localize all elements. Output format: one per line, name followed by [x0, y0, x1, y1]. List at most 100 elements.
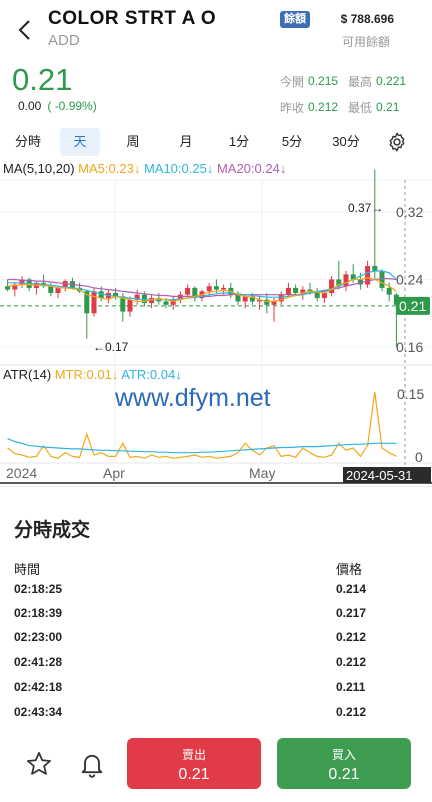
stock-title: COLOR STRT A O	[48, 8, 217, 29]
current-price-tag: 0.21	[399, 298, 426, 314]
candle	[379, 271, 385, 288]
tab-week[interactable]: 周	[113, 128, 153, 156]
low-annotation: ←0.17	[93, 340, 129, 354]
trade-price: 0.212	[336, 630, 367, 644]
high-value: 0.221	[376, 74, 407, 88]
candle	[91, 291, 97, 314]
ma-legend: MA(5,10,20) MA5:0.23↓ MA10:0.25↓ MA20:0.…	[3, 161, 286, 176]
price-axis-label: 0.32	[396, 204, 423, 220]
chart-svg: 0.32 0.24 0.16 0.15 0 0.21 0.37→ ←0.17 2024 Apr Ma…	[0, 158, 432, 484]
bottom-action-bar: 賣出 0.21 買入 0.21	[0, 726, 432, 802]
prev-close-label: 昨收	[280, 100, 305, 115]
table-row: 02:43:34 0.212	[14, 705, 414, 725]
price-change: 0.00 ( -0.99%)	[18, 99, 97, 113]
date-axis-label: Apr	[103, 465, 125, 481]
back-arrow-icon[interactable]	[14, 18, 38, 42]
tab-5min[interactable]: 5分	[272, 128, 312, 156]
candle	[185, 287, 191, 295]
time-header: 時間	[14, 562, 41, 577]
sell-price: 0.21	[178, 766, 210, 783]
atr-value-legend: ATR:0.04↓	[121, 367, 182, 382]
current-price: 0.21	[12, 62, 73, 97]
trade-price: 0.211	[336, 680, 366, 694]
open-label: 今開	[280, 74, 305, 89]
mtr-legend: MTR:0.01↓	[54, 367, 119, 382]
high-label: 最高	[348, 74, 373, 89]
tab-1min[interactable]: 1分	[219, 128, 259, 156]
trade-price: 0.212	[336, 655, 367, 669]
buy-button[interactable]: 買入 0.21	[277, 738, 411, 789]
watermark: www.dfym.net	[115, 384, 271, 412]
balance-value: $ 788.696	[340, 12, 394, 26]
sell-button[interactable]: 賣出 0.21	[127, 738, 261, 789]
tab-30min[interactable]: 30分	[325, 128, 367, 156]
bell-icon[interactable]	[78, 750, 106, 778]
atr-legend-title: ATR(14)	[3, 367, 52, 382]
trade-time: 02:18:39	[14, 606, 63, 620]
candle	[372, 265, 378, 271]
trades-panel: 分時成交 時間 價格 02:18:25 0.214 02:18:39 0.217…	[0, 486, 432, 726]
tab-time-share[interactable]: 分時	[8, 128, 48, 156]
date-axis-label: May	[249, 465, 275, 481]
ma-legend-title: MA(5,10,20)	[3, 161, 75, 176]
prev-close-value: 0.212	[308, 100, 339, 114]
table-row: 02:18:25 0.214	[14, 582, 414, 602]
price-axis-label: 0.24	[396, 271, 423, 287]
change-value: 0.00	[18, 99, 42, 113]
trade-time: 02:43:34	[14, 705, 63, 719]
candle	[293, 287, 299, 293]
change-percent: ( -0.99%)	[47, 99, 97, 113]
atr-legend: ATR(14) MTR:0.01↓ ATR:0.04↓	[3, 367, 182, 382]
table-row: 02:23:00 0.212	[14, 630, 414, 650]
candle	[127, 299, 133, 312]
price-axis-label: 0.16	[396, 339, 423, 355]
candle	[343, 274, 349, 287]
candle	[206, 286, 212, 292]
date-axis-label: 2024	[6, 465, 37, 481]
atr-axis-label: 0.15	[397, 386, 424, 402]
ma20-legend: MA20:0.24↓	[216, 161, 287, 176]
trades-header: 時間 價格	[14, 559, 414, 578]
candle	[221, 287, 227, 290]
candle	[55, 287, 61, 293]
price-chart[interactable]: 0.32 0.24 0.16 0.15 0 0.21 0.37→ ←0.17 2024 Apr Ma…	[0, 158, 432, 484]
trade-price: 0.214	[336, 582, 367, 596]
buy-label: 買入	[331, 748, 356, 762]
candle	[213, 286, 219, 290]
table-row: 02:41:28 0.212	[14, 655, 414, 675]
ma10-legend: MA10:0.25↓	[143, 161, 214, 176]
buy-price: 0.21	[328, 766, 360, 783]
trade-time: 02:41:28	[14, 655, 63, 669]
trade-price: 0.217	[336, 606, 367, 620]
candle	[386, 287, 392, 295]
stock-code: ADD	[48, 32, 80, 49]
sell-label: 賣出	[181, 748, 206, 762]
crosshair-date: 2024-05-31	[346, 468, 413, 483]
low-label: 最低	[348, 100, 373, 115]
trade-time: 02:18:25	[14, 582, 63, 596]
header: COLOR STRT A O ADD 餘額 $ 788.696 可用餘額	[0, 0, 432, 56]
atr-axis-label: 0	[415, 449, 423, 465]
low-value: 0.21	[376, 100, 400, 114]
balance-badge: 餘額	[280, 11, 310, 28]
candle	[321, 292, 327, 299]
trade-time: 02:23:00	[14, 630, 63, 644]
table-row: 02:18:39 0.217	[14, 606, 414, 626]
star-icon[interactable]	[25, 750, 53, 778]
ma5-legend: MA5:0.23↓	[78, 161, 141, 176]
high-annotation: 0.37→	[348, 201, 383, 215]
tab-month[interactable]: 月	[166, 128, 206, 156]
table-row: 02:42:18 0.211	[14, 680, 414, 700]
price-header: 價格	[336, 562, 363, 577]
period-tabs: 分時 天 周 月 1分 5分 30分	[0, 126, 432, 158]
tab-day[interactable]: 天	[60, 128, 100, 156]
candle	[5, 286, 11, 290]
quote-stats: 今開 0.215 最高 0.221 昨收 0.212 最低 0.21	[280, 68, 428, 120]
open-value: 0.215	[308, 74, 339, 88]
candle	[285, 287, 291, 295]
candle	[163, 301, 169, 305]
trades-title: 分時成交	[14, 520, 91, 541]
trade-price: 0.212	[336, 705, 367, 719]
trade-time: 02:42:18	[14, 680, 63, 694]
settings-icon[interactable]	[386, 131, 408, 153]
